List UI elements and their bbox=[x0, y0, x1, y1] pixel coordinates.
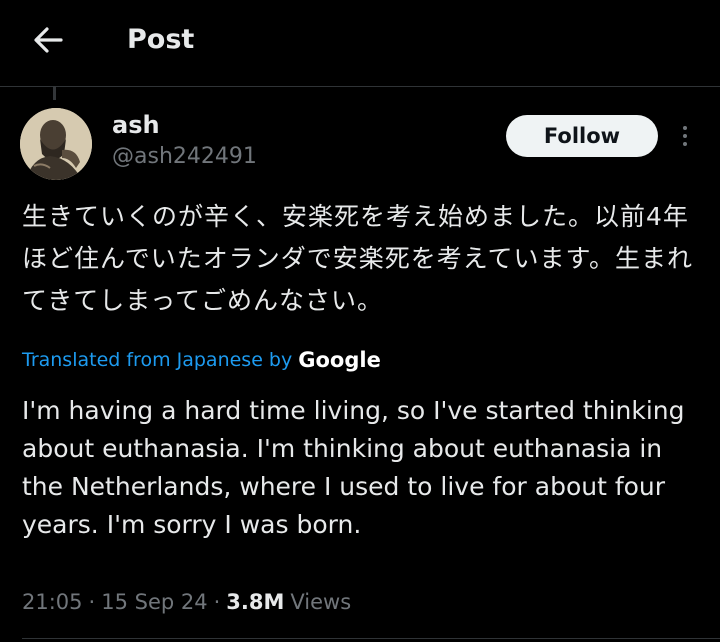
translated-from-label[interactable]: Translated from Japanese by bbox=[22, 349, 292, 371]
meta-separator: · bbox=[88, 590, 96, 614]
author-handle[interactable]: @ash242491 bbox=[112, 142, 257, 172]
post-time[interactable]: 21:05 bbox=[22, 590, 83, 614]
more-vertical-icon-dot-3 bbox=[683, 142, 687, 146]
post-date[interactable]: 15 Sep 24 bbox=[101, 590, 207, 614]
back-button[interactable] bbox=[28, 22, 68, 58]
views-label[interactable]: Views bbox=[290, 590, 351, 614]
divider bbox=[22, 638, 720, 639]
follow-button[interactable]: Follow bbox=[506, 115, 658, 157]
post-metadata: 21:05 · 15 Sep 24 · 3.8M Views bbox=[22, 585, 351, 619]
post-translated-text: I'm having a hard time living, so I've s… bbox=[22, 396, 685, 539]
translation-attribution[interactable]: Translated from Japanese by Google bbox=[22, 344, 381, 376]
author-display-name[interactable]: ash bbox=[112, 110, 160, 140]
top-app-bar: Post bbox=[0, 0, 720, 87]
more-options-button[interactable] bbox=[672, 120, 698, 152]
more-vertical-icon-dot-2 bbox=[683, 134, 687, 138]
views-count[interactable]: 3.8M bbox=[226, 590, 284, 614]
avatar-image bbox=[20, 108, 92, 180]
page-title: Post bbox=[127, 24, 195, 55]
avatar[interactable] bbox=[20, 108, 92, 180]
post-original-text: 生きていくのが辛く、安楽死を考え始めました。以前4年ほど住んでいたオランダで安楽… bbox=[22, 202, 694, 315]
thread-connector-line bbox=[53, 86, 56, 100]
more-vertical-icon bbox=[683, 126, 687, 130]
arrow-left-icon bbox=[34, 27, 63, 53]
meta-separator-2: · bbox=[213, 590, 221, 614]
google-logo: Google bbox=[298, 348, 381, 372]
